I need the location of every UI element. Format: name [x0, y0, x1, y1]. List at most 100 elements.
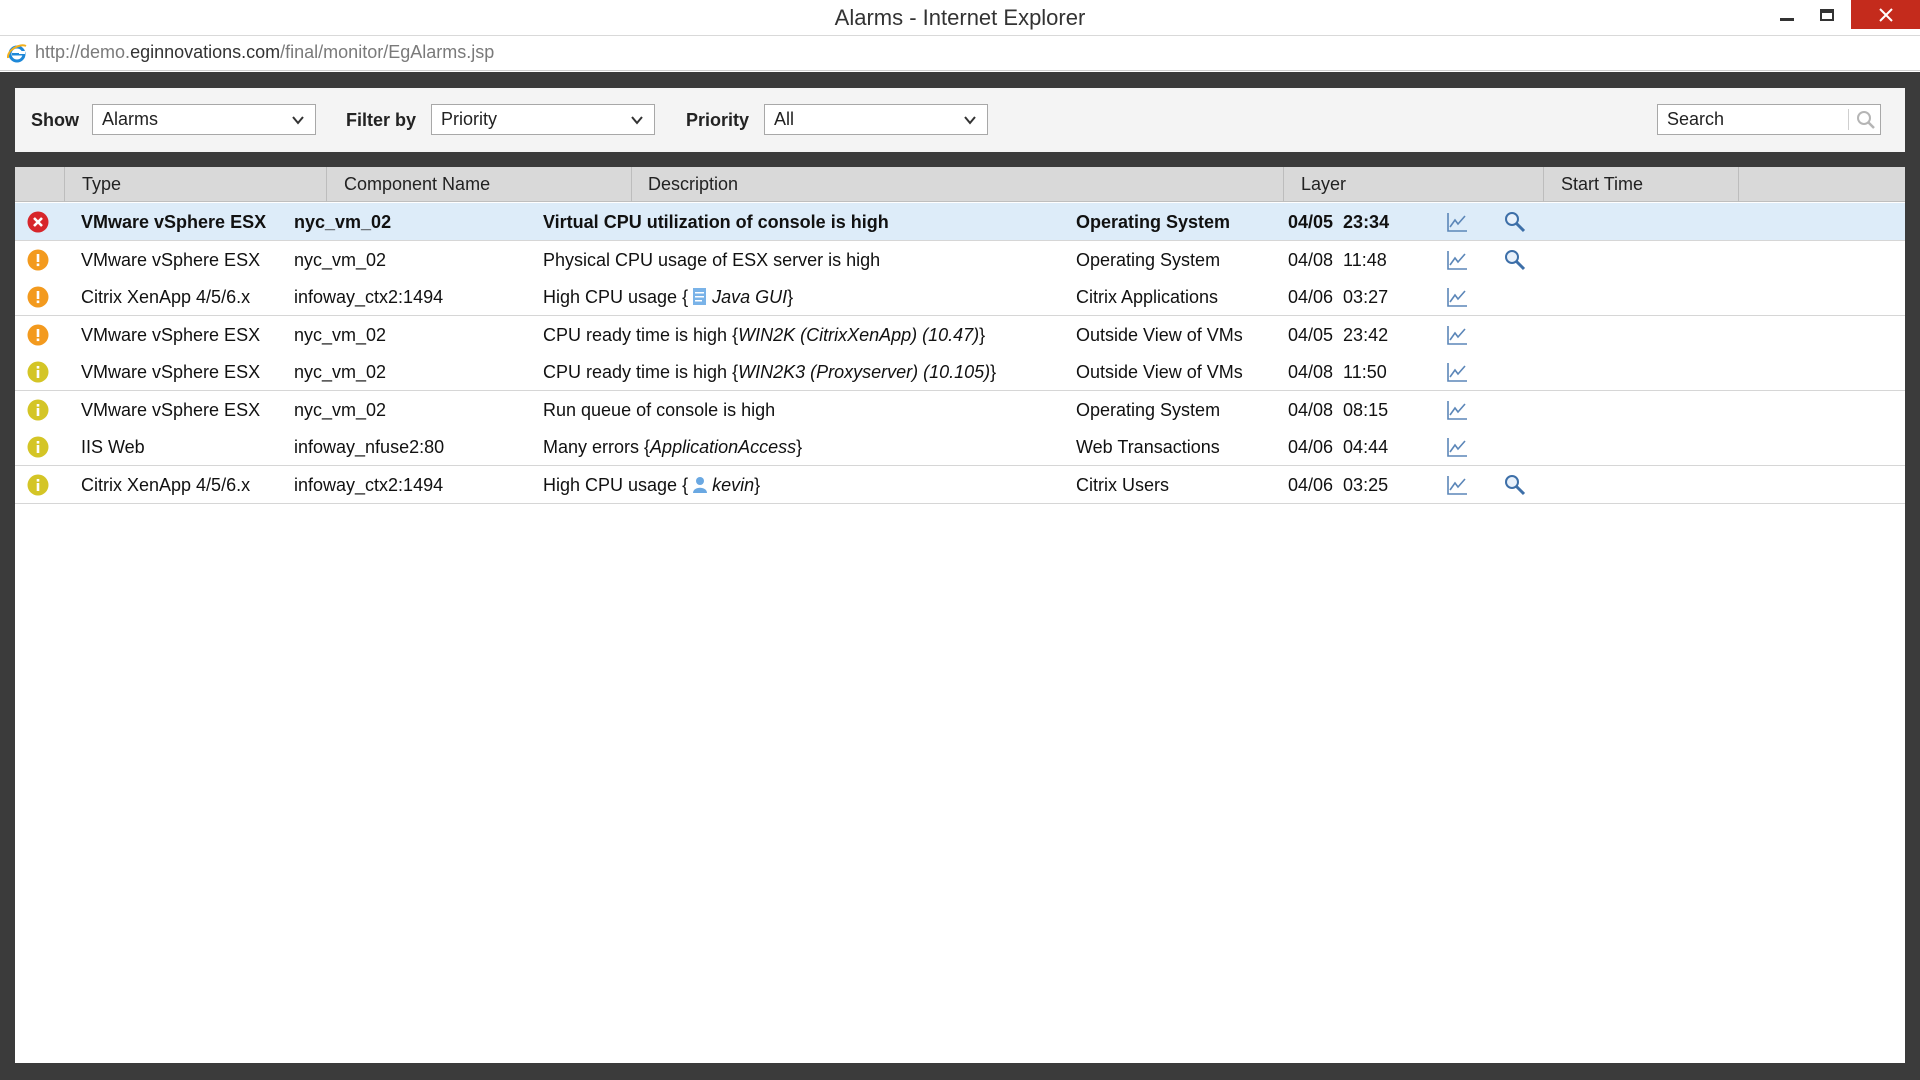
header-description[interactable]: Description [632, 167, 1284, 202]
zoom-icon[interactable] [1503, 473, 1527, 497]
search-icon[interactable] [1855, 109, 1877, 131]
type-text: IIS Web [81, 437, 145, 457]
start-time-text: 04/08 11:48 [1288, 249, 1387, 270]
header-component-name[interactable]: Component Name [327, 167, 632, 202]
layer-text: Outside View of VMs [1076, 362, 1243, 382]
filter-by-select[interactable]: Priority [431, 104, 655, 135]
type-text: VMware vSphere ESX [81, 249, 261, 270]
start-time-cell: 04/08 11:50 [1288, 362, 1387, 383]
table-row[interactable]: IIS Web infoway_nfuse2:80 Many errors {App… [15, 428, 1905, 466]
description-text: Virtual CPU utilization of console is hi… [543, 212, 889, 232]
layer-cell: Outside View of VMs [1076, 362, 1243, 383]
address-bar[interactable]: http://demo.eginnovations.com/final/moni… [0, 35, 1920, 71]
table-row[interactable]: VMware vSphere ESX nyc_vm_02 CPU ready tim… [15, 315, 1905, 354]
zoom-icon[interactable] [1503, 210, 1527, 234]
start-time-text: 04/05 23:42 [1288, 324, 1389, 345]
filter-by-label: Filter by [346, 110, 417, 130]
description-suffix: } [754, 474, 761, 495]
table-row[interactable]: VMware vSphere ESX nyc_vm_02 CPU ready tim… [15, 353, 1905, 391]
description-cell[interactable]: High CPU usage {kevin} [543, 475, 760, 496]
start-time-text: 04/08 11:50 [1288, 362, 1387, 382]
layer-text: Citrix Applications [1076, 287, 1219, 307]
filter-by-select-value: Priority [441, 109, 498, 129]
start-time-text: 04/06 03:27 [1288, 287, 1389, 307]
component-name-cell[interactable]: nyc_vm_02 [294, 250, 386, 271]
grid-header: Type Component Name Description Layer St… [15, 167, 1905, 202]
priority-label: Priority [686, 110, 750, 130]
table-row[interactable]: VMware vSphere ESX nyc_vm_02 Virtual CPU u… [15, 203, 1905, 241]
layer-text: Operating System [1076, 249, 1221, 270]
major-severity-icon [27, 249, 49, 271]
component-name-cell[interactable]: infoway_ctx2:1494 [294, 287, 443, 308]
restore-button[interactable] [1810, 0, 1844, 30]
critical-severity-icon [27, 211, 49, 233]
description-text: Run queue of console is high [543, 399, 776, 420]
zoom-icon[interactable] [1503, 248, 1527, 272]
description-cell[interactable]: CPU ready time is high {WIN2K (CitrixXen… [543, 325, 985, 346]
show-label: Show [31, 110, 79, 130]
type-cell: IIS Web [81, 437, 145, 458]
description-detail: ApplicationAccess [650, 437, 797, 457]
table-row[interactable]: Citrix XenApp 4/5/6.x infoway_ctx2:1494 Hi… [15, 465, 1905, 504]
type-cell: Citrix XenApp 4/5/6.x [81, 475, 250, 496]
component-name-cell[interactable]: infoway_nfuse2:80 [294, 437, 444, 458]
description-cell[interactable]: Run queue of console is high [543, 400, 775, 421]
description-cell[interactable]: Physical CPU usage of ESX server is high [543, 250, 880, 271]
graph-icon[interactable] [1445, 435, 1469, 459]
header-actions [1739, 167, 1905, 202]
graph-icon[interactable] [1445, 210, 1469, 234]
description-cell[interactable]: Many errors {ApplicationAccess} [543, 437, 802, 458]
header-start-time[interactable]: Start Time [1544, 167, 1739, 202]
graph-icon[interactable] [1445, 398, 1469, 422]
start-time-cell: 04/08 11:48 [1288, 250, 1387, 271]
minimize-button[interactable] [1770, 0, 1804, 30]
show-select-value: Alarms [102, 109, 159, 129]
header-type[interactable]: Type [65, 167, 327, 202]
start-time-text: 04/06 03:25 [1288, 474, 1389, 495]
description-suffix: } [787, 287, 794, 307]
graph-icon[interactable] [1445, 473, 1469, 497]
window-title: Alarms - Internet Explorer [834, 5, 1086, 30]
table-row[interactable]: VMware vSphere ESX nyc_vm_02 Physical CPU … [15, 240, 1905, 279]
component-name-cell[interactable]: nyc_vm_02 [294, 362, 386, 383]
type-text: VMware vSphere ESX [81, 324, 261, 345]
type-text: Citrix XenApp 4/5/6.x [81, 474, 251, 495]
component-name-cell[interactable]: infoway_ctx2:1494 [294, 475, 443, 496]
start-time-cell: 04/06 03:25 [1288, 475, 1388, 496]
layer-text: Web Transactions [1076, 437, 1220, 457]
layer-cell: Operating System [1076, 212, 1230, 233]
search-box[interactable] [1657, 104, 1881, 135]
graph-icon[interactable] [1445, 285, 1469, 309]
url-text[interactable]: http://demo.eginnovations.com/final/moni… [35, 42, 494, 63]
component-name-text: infoway_nfuse2:80 [294, 437, 445, 457]
description-cell[interactable]: Virtual CPU utilization of console is hi… [543, 212, 889, 233]
type-cell: VMware vSphere ESX [81, 250, 260, 271]
start-time-cell: 04/08 08:15 [1288, 400, 1388, 421]
description-suffix: } [990, 362, 997, 382]
start-time-cell: 04/06 04:44 [1288, 437, 1388, 458]
graph-icon[interactable] [1445, 323, 1469, 347]
graph-icon[interactable] [1445, 360, 1469, 384]
type-text: VMware vSphere ESX [81, 399, 261, 420]
description-cell[interactable]: High CPU usage {Java GUI} [543, 287, 793, 308]
user-icon [692, 476, 708, 493]
description-text: Physical CPU usage of ESX server is high [543, 249, 881, 270]
component-name-cell[interactable]: nyc_vm_02 [294, 400, 386, 421]
graph-icon[interactable] [1445, 248, 1469, 272]
close-button[interactable] [1851, 0, 1920, 29]
minor-severity-icon [27, 436, 49, 458]
table-row[interactable]: Citrix XenApp 4/5/6.x infoway_ctx2:1494 Hi… [15, 278, 1905, 316]
component-name-cell[interactable]: nyc_vm_02 [294, 325, 386, 346]
table-row[interactable]: VMware vSphere ESX nyc_vm_02 Run queue of … [15, 390, 1905, 429]
window-title-bar: Alarms - Internet Explorer [0, 0, 1920, 35]
show-select[interactable]: Alarms [92, 104, 316, 135]
chevron-down-icon [964, 116, 976, 125]
description-cell[interactable]: CPU ready time is high {WIN2K3 (Proxyser… [543, 362, 996, 383]
component-name-cell[interactable]: nyc_vm_02 [294, 212, 391, 233]
type-cell: VMware vSphere ESX [81, 362, 260, 383]
start-time-cell: 04/06 03:27 [1288, 287, 1388, 308]
search-input[interactable] [1658, 105, 1848, 134]
priority-select[interactable]: All [764, 104, 988, 135]
document-icon [692, 288, 708, 305]
header-layer[interactable]: Layer [1284, 167, 1544, 202]
